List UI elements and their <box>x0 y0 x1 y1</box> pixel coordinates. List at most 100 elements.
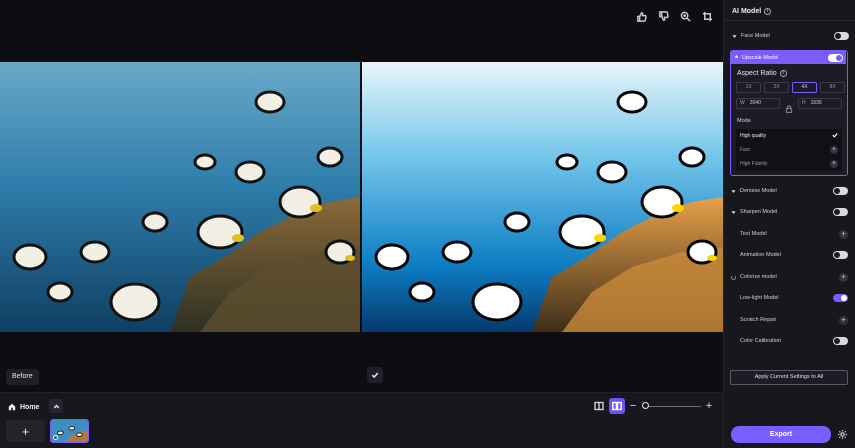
color-calibration-row[interactable]: Color Calibration <box>731 334 848 348</box>
comparison-view <box>0 62 723 332</box>
split-view-button[interactable] <box>609 398 625 414</box>
face-model-toggle[interactable] <box>834 32 849 40</box>
low-light-model-row[interactable]: Low-light Model <box>731 291 848 305</box>
text-model-label: Text Model <box>740 231 767 237</box>
home-icon <box>8 403 16 411</box>
width-value: 2040 <box>749 100 761 106</box>
panel-title: AI Model i <box>732 8 772 15</box>
chevron-up-icon <box>53 404 59 408</box>
face-model-row[interactable]: Face Model <box>732 29 849 43</box>
zoom-in-button[interactable] <box>677 8 693 24</box>
upscale-model-label: Upscale Model <box>742 54 779 61</box>
info-icon[interactable]: i <box>764 8 772 15</box>
height-key: H <box>802 100 806 106</box>
selection-indicator <box>53 435 58 440</box>
check-icon <box>832 132 838 140</box>
loading-spinner-icon <box>731 274 736 280</box>
gear-icon <box>837 429 848 440</box>
collapse-tray-button[interactable] <box>49 399 63 413</box>
single-view-button[interactable] <box>592 399 606 413</box>
home-tab[interactable]: Home <box>4 399 43 415</box>
scale-8x-button[interactable]: 8X <box>820 82 845 93</box>
animation-model-label: Animation Model <box>740 252 781 258</box>
export-button[interactable]: Export <box>731 426 831 443</box>
crop-button[interactable] <box>699 8 715 24</box>
add-image-button[interactable]: + <box>6 420 45 442</box>
scratch-repair-add-button[interactable]: + <box>839 315 848 325</box>
preview-canvas: Before <box>0 0 723 392</box>
mode-label: Fast <box>740 147 750 153</box>
plus-icon: + <box>830 160 838 168</box>
mode-label: High Fidelity <box>740 161 768 167</box>
lock-icon[interactable] <box>785 100 793 113</box>
settings-button[interactable] <box>836 428 849 441</box>
low-light-model-label: Low-light Model <box>740 295 779 301</box>
image-thumbnail[interactable] <box>50 419 89 443</box>
colorize-model-row[interactable]: Colorize model + <box>731 270 848 284</box>
sharpen-model-label: Sharpen Model <box>740 209 778 215</box>
mode-label: High quality <box>740 133 767 139</box>
scale-2x-button[interactable]: 2X <box>764 82 789 93</box>
colorize-model-add-button[interactable]: + <box>839 272 848 282</box>
thumbs-down-icon <box>658 10 669 21</box>
width-field[interactable]: W 2040 <box>736 98 780 109</box>
low-light-model-toggle[interactable] <box>833 294 848 302</box>
scale-options: 1X 2X 4X 8X <box>736 82 845 93</box>
denoise-model-label: Denoise Model <box>740 188 777 194</box>
mode-high-quality[interactable]: High quality <box>736 129 842 143</box>
text-model-add-button[interactable]: + <box>839 229 848 239</box>
after-image <box>362 62 723 332</box>
before-image <box>0 62 360 332</box>
caret-down-icon <box>731 210 736 215</box>
animation-model-row[interactable]: Animation Model <box>731 248 848 262</box>
mode-high-fidelity[interactable]: High Fidelity + <box>736 157 842 171</box>
zoom-out-button[interactable]: − <box>628 399 638 413</box>
panel-divider <box>724 20 855 21</box>
zoom-in-button-bottom[interactable]: + <box>703 399 715 413</box>
upscale-model-toggle[interactable] <box>828 53 843 62</box>
aspect-ratio-label: Aspect Ratio <box>737 70 777 77</box>
upscale-model-section: Upscale Model Aspect Ratio i 1X 2X 4X 8X… <box>730 50 848 176</box>
caret-down-icon <box>731 189 736 194</box>
sharpen-model-row[interactable]: Sharpen Model <box>731 205 848 219</box>
panel-title-text: AI Model <box>732 8 762 15</box>
check-icon <box>371 372 379 379</box>
thumbs-down-button[interactable] <box>655 8 671 24</box>
preview-toolbar <box>633 8 715 24</box>
face-model-label: Face Model <box>741 33 770 39</box>
thumbs-up-icon <box>636 11 647 22</box>
mode-title: Mode <box>737 118 751 124</box>
height-field[interactable]: H 1536 <box>798 98 842 109</box>
height-value: 1536 <box>810 100 822 106</box>
scratch-repair-label: Scratch Repair <box>740 317 777 323</box>
scratch-repair-row[interactable]: Scratch Repair + <box>731 313 848 327</box>
split-view-icon <box>612 401 622 411</box>
text-model-row[interactable]: Text Model + <box>731 227 848 241</box>
upscale-model-header[interactable]: Upscale Model <box>731 51 846 64</box>
scale-4x-button[interactable]: 4X <box>792 82 817 93</box>
aspect-info-icon[interactable]: i <box>779 70 787 77</box>
mode-list: High quality Fast + High Fidelity + <box>736 129 842 171</box>
zoom-in-icon <box>680 11 691 22</box>
animation-model-toggle[interactable] <box>833 251 848 259</box>
denoise-model-toggle[interactable] <box>833 187 848 195</box>
colorize-model-label: Colorize model <box>740 274 777 280</box>
zoom-slider-track[interactable] <box>643 405 701 407</box>
plus-icon: + <box>830 146 838 154</box>
single-view-icon <box>594 401 604 411</box>
home-tab-label: Home <box>20 403 40 411</box>
denoise-model-row[interactable]: Denoise Model <box>731 184 848 198</box>
dimension-fields: W 2040 H 1536 <box>736 98 842 113</box>
mode-fast[interactable]: Fast + <box>736 143 842 157</box>
thumbs-up-button[interactable] <box>633 8 649 24</box>
sharpen-model-toggle[interactable] <box>833 208 848 216</box>
scale-1x-button[interactable]: 1X <box>736 82 761 93</box>
compare-confirm-button[interactable] <box>367 367 383 383</box>
caret-up-icon <box>734 54 742 61</box>
color-calibration-toggle[interactable] <box>833 337 848 345</box>
crop-icon <box>702 11 712 21</box>
caret-down-icon <box>732 34 737 39</box>
before-label: Before <box>6 369 39 385</box>
aspect-ratio-title: Aspect Ratio i <box>737 70 787 77</box>
apply-to-all-button[interactable]: Apply Current Settings to All <box>730 370 848 385</box>
